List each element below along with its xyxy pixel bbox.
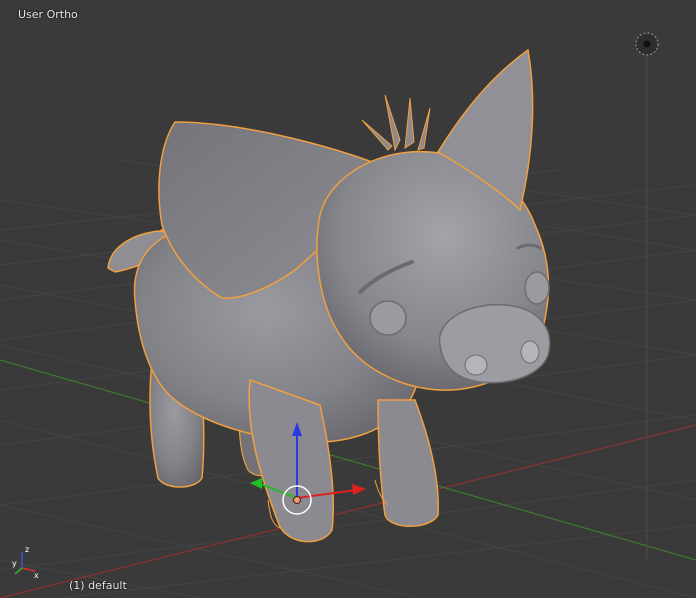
active-object-label: (1) default bbox=[69, 579, 127, 592]
pig-hair-tuft bbox=[361, 94, 431, 152]
mini-axis-x-label: x bbox=[34, 571, 39, 580]
view-mode-label: User Ortho bbox=[18, 8, 78, 21]
pig-front-leg-right bbox=[377, 399, 440, 527]
pig-mesh[interactable] bbox=[107, 48, 551, 543]
pig-nostril-left bbox=[464, 354, 488, 376]
mini-axis-z-label: z bbox=[25, 545, 29, 554]
pig-eye-right bbox=[524, 271, 550, 305]
viewport-scene[interactable]: z y x bbox=[0, 0, 696, 598]
mini-axes-widget: z y x bbox=[12, 545, 39, 580]
x-axis-line bbox=[0, 424, 696, 598]
pig-eye-left bbox=[369, 300, 407, 336]
3d-viewport[interactable]: z y x User Ortho (1) default bbox=[0, 0, 696, 598]
x-arrow-handle[interactable] bbox=[352, 484, 366, 495]
object-origin-icon[interactable] bbox=[293, 496, 301, 504]
view-navigation-icon[interactable] bbox=[635, 32, 659, 56]
mini-axis-y-label: y bbox=[12, 559, 17, 568]
pig-nostril-right bbox=[520, 340, 540, 364]
y-arrow-handle[interactable] bbox=[250, 478, 262, 489]
